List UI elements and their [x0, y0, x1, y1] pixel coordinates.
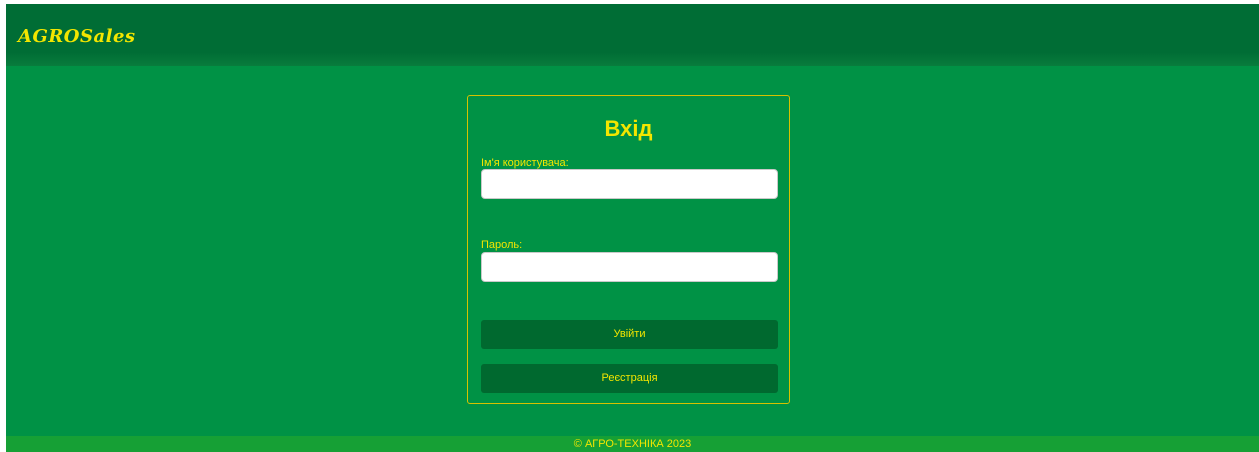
username-input[interactable] — [481, 169, 778, 199]
page: AGROSales Вхід Ім'я користувача: Пароль:… — [6, 4, 1259, 452]
login-button[interactable]: Увійти — [481, 320, 778, 349]
footer: © АГРО-ТЕХНІКА 2023 — [6, 436, 1259, 452]
password-label: Пароль: — [481, 239, 523, 251]
top-navbar: AGROSales — [6, 4, 1259, 66]
login-form: Вхід Ім'я користувача: Пароль: Увійти Ре… — [467, 95, 790, 404]
footer-copyright: © АГРО-ТЕХНІКА 2023 — [573, 438, 692, 450]
password-input[interactable] — [481, 252, 778, 282]
login-title: Вхід — [604, 116, 653, 141]
username-label: Ім'я користувача: — [481, 157, 569, 169]
register-button[interactable]: Реєстрація — [481, 364, 778, 393]
brand-logo[interactable]: AGROSales — [18, 26, 136, 47]
